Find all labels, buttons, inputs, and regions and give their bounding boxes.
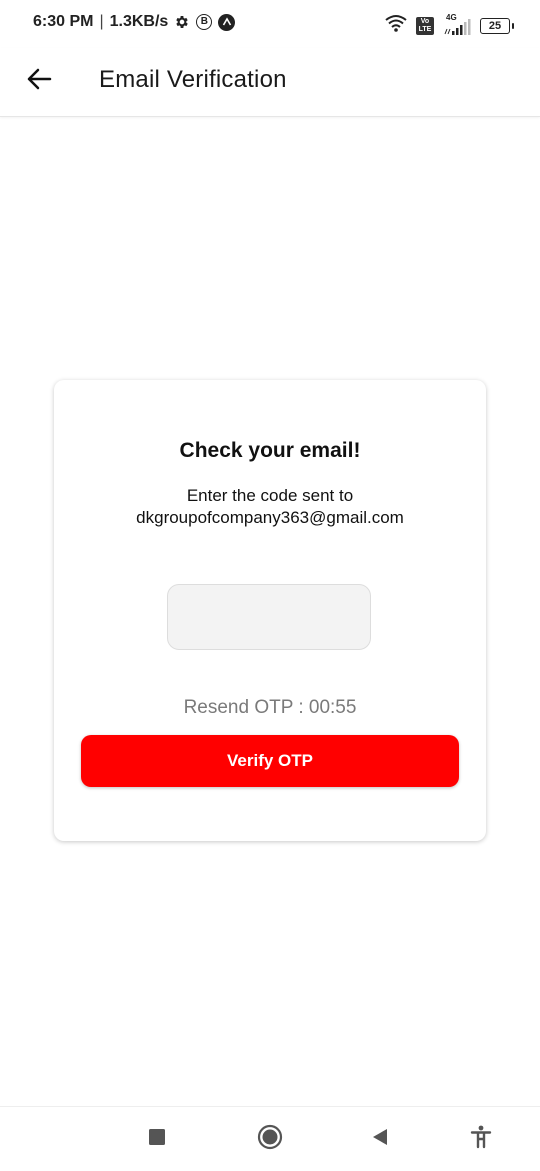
- email-address: dkgroupofcompany363@gmail.com: [136, 508, 404, 527]
- verify-otp-button[interactable]: Verify OTP: [81, 735, 459, 787]
- status-speed: 1.3KB/s: [109, 13, 169, 30]
- status-time: 6:30 PM: [33, 13, 94, 30]
- status-right: Vo LTE 4G 25: [384, 13, 514, 37]
- wifi-icon: [384, 14, 408, 37]
- b-badge-icon: B: [196, 14, 213, 30]
- nav-accessibility-button[interactable]: [465, 1123, 497, 1155]
- square-icon: [148, 1128, 166, 1151]
- battery-icon: 25: [480, 17, 514, 34]
- card-heading: Check your email!: [179, 439, 361, 462]
- verification-card: Check your email! Enter the code sent to…: [54, 380, 486, 841]
- back-button[interactable]: [22, 64, 56, 98]
- volte-icon: Vo LTE: [416, 16, 434, 35]
- accessibility-icon: [470, 1125, 492, 1154]
- nav-recents-button[interactable]: [141, 1123, 173, 1155]
- signal-icon: 4G: [442, 13, 472, 35]
- a-badge-icon: [218, 13, 236, 31]
- gear-icon: [174, 14, 190, 30]
- triangle-left-icon: [370, 1127, 390, 1152]
- system-nav-bar: [0, 1106, 540, 1171]
- circle-icon: [257, 1124, 283, 1155]
- resend-otp-timer[interactable]: Resend OTP : 00:55: [54, 697, 486, 719]
- arrow-left-icon: [26, 68, 52, 95]
- status-bar: 6:30 PM | 1.3KB/s B Vo LTE 4G 25: [0, 0, 540, 48]
- instruction-text: Enter the code sent to: [186, 486, 354, 505]
- nav-home-button[interactable]: [254, 1123, 286, 1155]
- card-subtext: Enter the code sent to dkgroupofcompany3…: [54, 485, 486, 529]
- app-bar: Email Verification: [0, 48, 540, 117]
- status-left: 6:30 PM | 1.3KB/s B: [33, 13, 236, 31]
- page-title: Email Verification: [99, 66, 287, 93]
- nav-back-button[interactable]: [364, 1123, 396, 1155]
- status-separator: |: [99, 13, 104, 30]
- otp-input[interactable]: [167, 584, 371, 650]
